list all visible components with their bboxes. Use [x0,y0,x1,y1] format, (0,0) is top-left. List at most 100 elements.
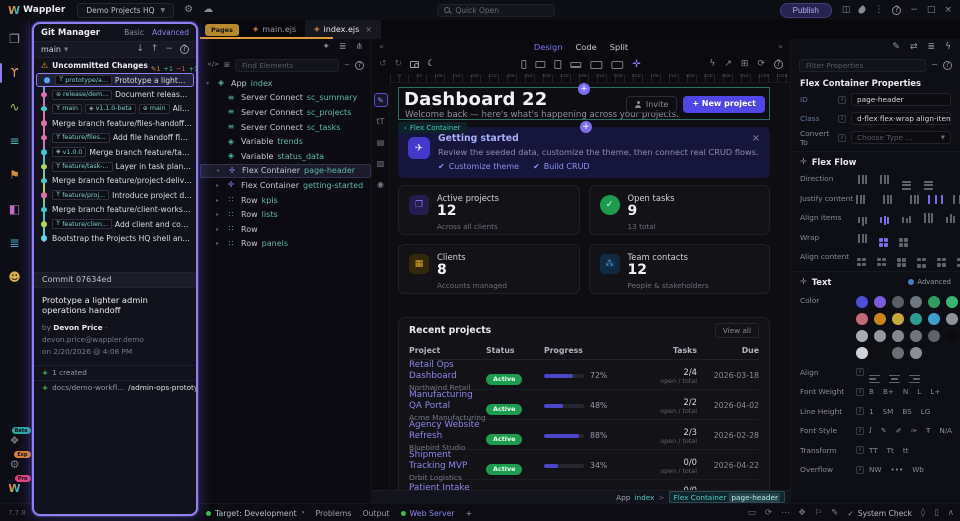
style-tool-icon[interactable]: ▧ [374,156,388,170]
ref-badge[interactable]: ϒmain [52,104,82,114]
activity-item-git[interactable]: ϒ [4,60,26,86]
info-icon[interactable]: i [838,134,846,142]
git-mode-basic[interactable]: Basic [124,28,144,37]
activity-item-assistant[interactable]: ☻ [4,264,26,290]
class-input[interactable]: d-flex flex-wrap align-items-center j [851,112,951,125]
info-icon[interactable]: i [856,407,864,415]
color-swatch[interactable] [874,313,886,325]
refresh-icon[interactable]: ⟳ [765,509,772,518]
project-name[interactable]: Shipment Tracking MVP [409,450,486,473]
option--[interactable]: ••• [890,465,903,474]
commit-row[interactable]: Merge branch feature/files-handoff into … [34,116,196,130]
commit-row[interactable]: ⊕release/dem...Document release-readi... [34,87,196,101]
bolt-icon[interactable]: ϟ [709,60,715,69]
collapse-minus-icon[interactable]: − [344,62,350,69]
color-swatch[interactable] [892,330,904,342]
chevron-right-icon[interactable]: ▸ [216,240,225,247]
option--[interactable]: ✑ [911,426,917,435]
more-icon[interactable]: ⋯ [781,509,790,518]
help-icon[interactable]: ? [355,61,364,70]
option-b[interactable]: B [869,387,874,396]
option-l-[interactable]: L+ [930,387,940,396]
commit-row[interactable]: Merge branch feature/client-workspace in… [34,203,196,217]
ref-badge[interactable]: ◈v1.0.0 [52,147,86,157]
camera-icon[interactable] [410,61,419,68]
text-tool-icon[interactable]: tT [374,114,388,128]
option-l[interactable]: L [917,387,921,396]
commit-row[interactable]: ϒmain◈v1.1.0-beta⊕mainAlign... [34,102,196,116]
activity-item-settings[interactable]: ⚙Exp [5,455,25,473]
breadcrumb-app[interactable]: App [616,493,630,502]
option-tt[interactable]: tt [903,446,909,455]
info-icon[interactable]: i [838,115,846,123]
view-tab-design[interactable]: Design [534,42,563,52]
option-1[interactable]: 1 [869,407,874,416]
tree-item-page-header[interactable]: ▸✛Flex Containerpage-header [200,164,371,179]
ai-start-option-icon[interactable] [856,208,869,227]
color-swatch[interactable] [910,347,922,359]
tree-item-sc_tasks[interactable]: ≡Server Connectsc_tasks [200,120,371,135]
chevron-right-icon[interactable]: ▸ [216,211,225,218]
commit-row[interactable]: Merge branch feature/project-delivery in… [34,174,196,188]
trash-icon[interactable]: ▯ [934,509,939,518]
redo-icon[interactable]: ↻ [395,60,403,69]
layers-icon[interactable]: ≣ [339,43,347,52]
color-swatch[interactable] [892,313,904,325]
option-nw[interactable]: NW [869,465,881,474]
color-swatch[interactable] [856,313,868,325]
row-option-icon[interactable] [856,169,869,188]
undo-icon[interactable]: ↺ [379,60,387,69]
project-name[interactable]: Patient Intake Forms [409,483,486,490]
chevron-right-icon[interactable]: ▸ [216,197,225,204]
ac-center-option-icon[interactable] [876,246,887,267]
color-swatch[interactable] [874,347,886,359]
column-option-icon[interactable] [900,168,913,191]
chevron-down-icon[interactable]: ▾ [206,80,215,87]
desktop-icon[interactable] [590,61,602,69]
project-row[interactable]: Shipment Tracking MVPOrbit LogisticsActi… [409,450,759,480]
color-swatch[interactable] [856,347,868,359]
ac-between-option-icon[interactable] [916,246,927,268]
commit-row[interactable]: ◈v1.0.0Merge branch feature/task-wor... [34,145,196,159]
cloud-sync-icon[interactable]: ☁ [203,5,213,15]
ac-around-option-icon[interactable] [936,246,947,267]
target-selector[interactable]: Target: Development ▾ [206,509,304,518]
color-swatch[interactable] [928,330,940,342]
commit-row[interactable]: ϒfeature/files...Add file handoff flows … [34,131,196,145]
insert-before-button[interactable]: + [578,83,590,95]
option-n-a[interactable]: N/A [939,426,952,435]
option--[interactable]: ✐ [896,426,902,435]
center-option-icon[interactable] [880,189,895,208]
chevron-right-icon[interactable]: ▸ [216,226,225,233]
ref-badge[interactable]: ◈v1.1.0-beta [85,104,136,114]
tree-item-index[interactable]: ▾◈Appindex [200,76,371,91]
project-name[interactable]: Agency Website Refresh [409,420,486,443]
help-icon[interactable]: ? [892,6,901,15]
ref-badge[interactable]: ⊕release/dem... [52,90,112,100]
info-icon[interactable]: i [856,368,864,376]
option-n[interactable]: N [903,387,908,396]
breadcrumb-selected-element[interactable]: Flex Container page-header [669,491,785,503]
align-left-option-icon[interactable] [869,361,880,383]
visibility-tool-icon[interactable]: ◉ [374,177,388,191]
problems-button[interactable]: Problems [315,509,351,518]
tree-view-icon[interactable]: ⊞ [224,62,230,69]
option-tt[interactable]: Tt [887,446,894,455]
code-view-icon[interactable]: </> [207,62,219,68]
convert-to-select[interactable]: Choose Type ...▼ [851,131,951,144]
color-swatch[interactable] [874,296,886,308]
output-button[interactable]: Output [362,509,389,518]
components-icon[interactable]: ✦ [322,43,330,52]
grid-icon[interactable]: ⊞ [741,60,749,69]
project-row[interactable]: Retail Ops DashboardNorthwind RetailActi… [409,360,759,390]
maximize-icon[interactable]: □ [927,6,936,15]
collapse-left-icon[interactable]: « [379,43,384,51]
share-icon[interactable]: ✥ [799,509,806,518]
view-all-button[interactable]: View all [715,323,759,338]
kebab-menu-icon[interactable]: ⋮ [874,6,883,15]
activity-item-wappler-pro[interactable]: WPro [5,479,25,497]
add-panel-button[interactable]: + [466,509,473,518]
close-icon[interactable]: × [752,133,760,144]
phone-icon[interactable] [521,60,526,69]
project-row[interactable]: Manufacturing QA PortalAcme Manufacturin… [409,390,759,420]
